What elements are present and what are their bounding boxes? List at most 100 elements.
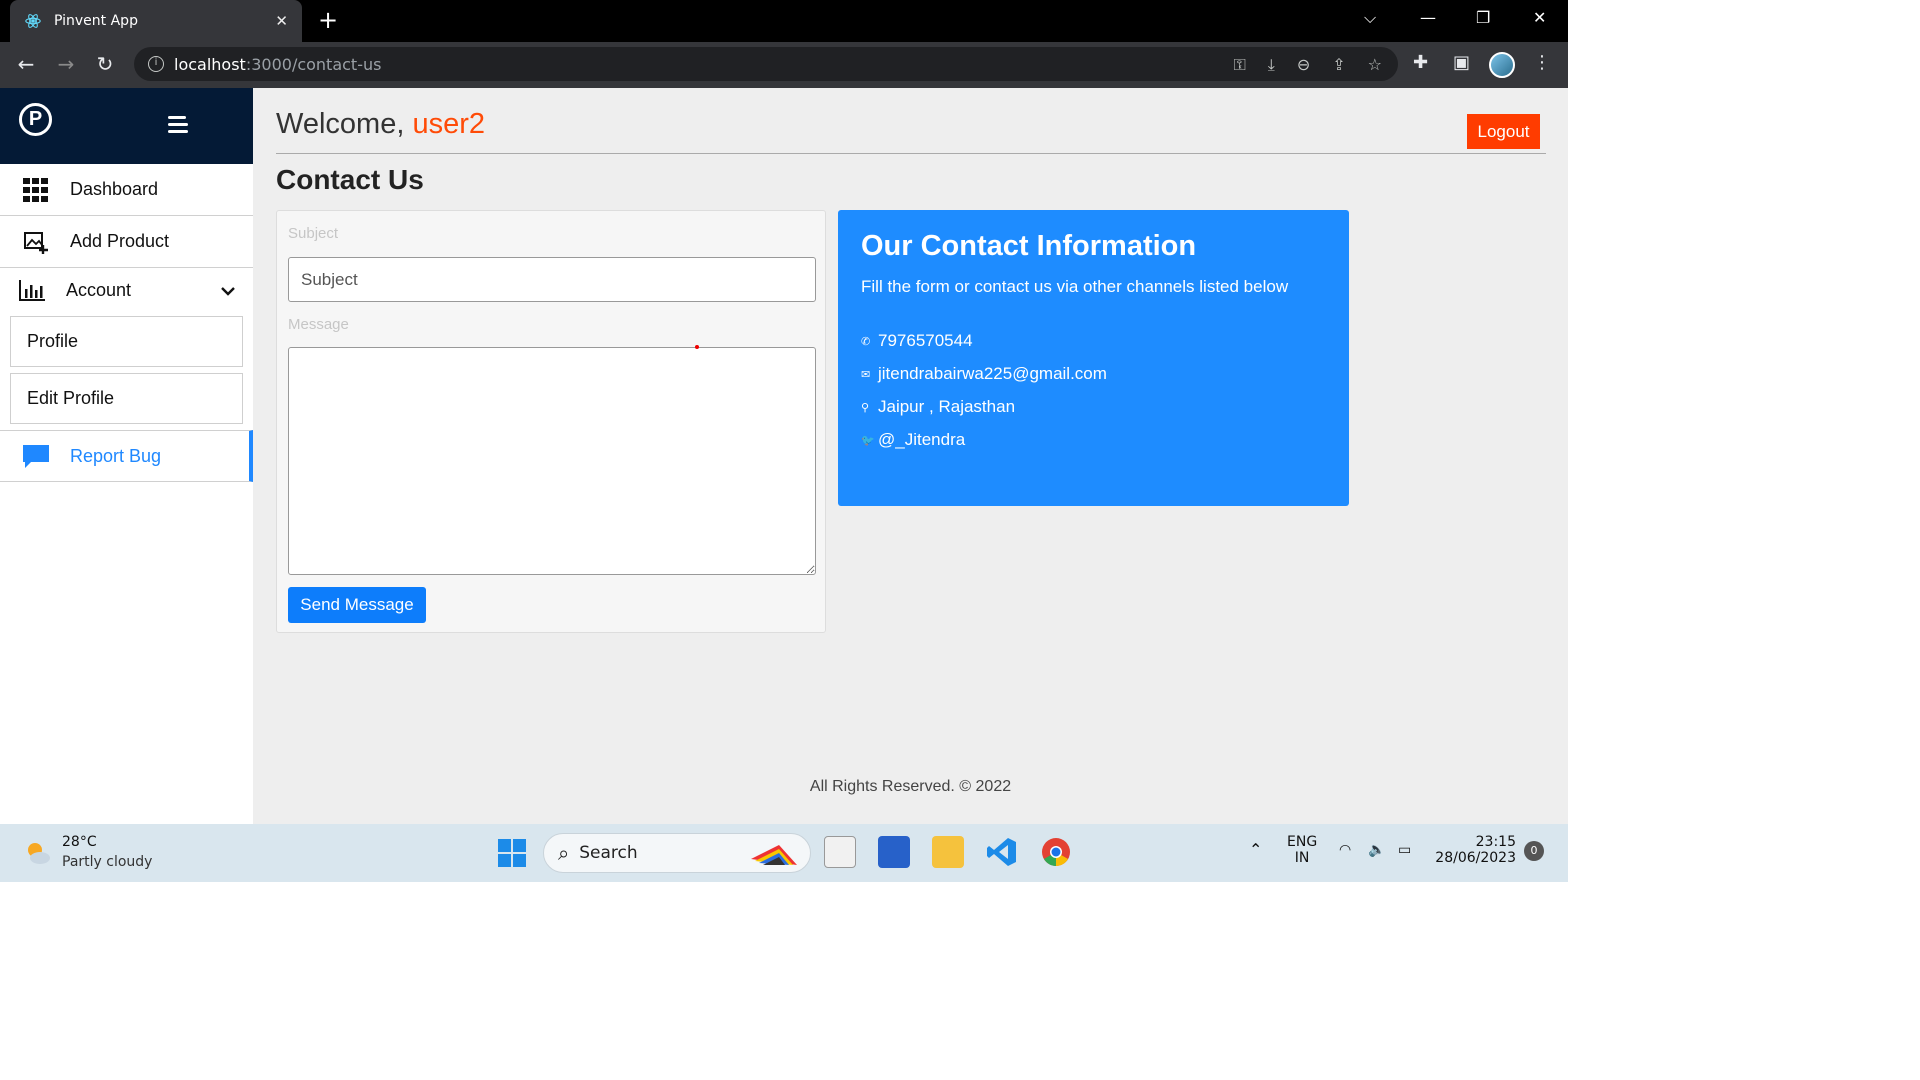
sidebar-item-label: Account: [66, 279, 132, 300]
location-pin-icon: ⚲: [861, 401, 870, 414]
logo-icon[interactable]: P: [19, 103, 52, 136]
forward-icon[interactable]: →: [54, 52, 78, 76]
twitter-icon: 🐦: [861, 434, 875, 447]
volume-icon[interactable]: 🔈: [1368, 842, 1385, 858]
grid-icon: [23, 177, 48, 202]
vscode-icon[interactable]: [986, 836, 1018, 868]
sidebar-item-label: Dashboard: [70, 179, 159, 199]
url-path: :3000/contact-us: [245, 54, 382, 74]
store-icon[interactable]: [878, 836, 910, 868]
send-message-button[interactable]: Send Message: [288, 587, 426, 623]
browser-tab[interactable]: Pinvent App ✕: [10, 0, 302, 42]
extensions-icon[interactable]: ✚: [1413, 52, 1428, 73]
search-icon: ⌕: [558, 841, 570, 865]
tab-search-icon[interactable]: ⌵: [1364, 8, 1376, 28]
tab-title: Pinvent App: [54, 13, 138, 29]
clock-date: 28/06/2023: [1435, 850, 1516, 866]
zoom-icon[interactable]: ⊖: [1297, 55, 1310, 75]
sidebar-item-label: Add Product: [70, 231, 170, 251]
back-icon[interactable]: ←: [14, 52, 38, 76]
sidebar-item-label: Report Bug: [70, 445, 162, 466]
message-textarea[interactable]: [288, 347, 816, 575]
chevron-down-icon[interactable]: [220, 286, 236, 296]
username: user2: [412, 108, 485, 140]
sidebar-subitem-edit-profile[interactable]: Edit Profile: [10, 373, 243, 424]
language-indicator[interactable]: ENG IN: [1287, 834, 1317, 866]
contact-twitter: 🐦 @_Jitendra: [861, 430, 965, 450]
system-clock[interactable]: 23:15 28/06/2023: [1430, 834, 1516, 866]
app-root: P Dashboard Add Product Account Profile …: [0, 88, 1568, 824]
profile-avatar[interactable]: [1489, 52, 1515, 78]
sidebar-item-label: Profile: [27, 331, 79, 351]
tab-close-icon[interactable]: ✕: [275, 12, 288, 30]
side-panel-icon[interactable]: ▣: [1453, 52, 1470, 73]
install-icon[interactable]: ⤓: [1268, 55, 1275, 75]
sidebar-subitem-profile[interactable]: Profile: [10, 316, 243, 367]
battery-icon[interactable]: ▭: [1398, 842, 1411, 858]
twitter-handle: @_Jitendra: [878, 430, 966, 449]
subject-label: Subject: [288, 225, 339, 242]
welcome-text: Welcome,: [276, 108, 405, 140]
subject-input[interactable]: [288, 257, 816, 302]
sidebar-item-label: Edit Profile: [27, 388, 115, 408]
chat-bubble-icon: [23, 445, 49, 468]
share-icon[interactable]: ⇪: [1332, 55, 1345, 75]
clock-time: 23:15: [1475, 834, 1516, 850]
restore-icon[interactable]: ❐: [1476, 8, 1490, 27]
key-icon[interactable]: ⚿: [1234, 55, 1246, 75]
contact-form: Subject Message Send Message: [276, 210, 826, 633]
sidebar-item-report-bug[interactable]: Report Bug: [0, 430, 253, 482]
phone-icon: ✆: [861, 335, 871, 348]
browser-toolbar: ← → ↻ i localhost:3000/contact-us ⚿ ⤓ ⊖ …: [0, 42, 1568, 88]
sidebar-item-dashboard[interactable]: Dashboard: [0, 164, 253, 216]
contact-phone: ✆ 7976570544: [861, 331, 973, 351]
task-view-icon[interactable]: [824, 836, 856, 868]
partly-cloudy-icon[interactable]: [24, 839, 52, 867]
email-address: jitendrabairwa225@gmail.com: [878, 364, 1107, 383]
weather-temperature[interactable]: 28°C: [62, 834, 97, 850]
browser-tab-bar: Pinvent App ✕ + ⌵ — ❐ ✕: [0, 0, 1568, 42]
contact-info-title: Our Contact Information: [861, 230, 1197, 262]
welcome-heading: Welcome, user2: [276, 108, 485, 141]
add-image-icon: [24, 231, 48, 254]
taskbar-search[interactable]: ⌕ Search: [543, 833, 811, 873]
sidebar-header: P: [0, 88, 253, 164]
windows-start-icon[interactable]: [497, 838, 527, 868]
hamburger-menu-icon[interactable]: [168, 116, 188, 137]
contact-info-card: Our Contact Information Fill the form or…: [838, 210, 1349, 506]
location-text: Jaipur , Rajasthan: [878, 397, 1016, 416]
language-code: ENG: [1287, 834, 1318, 850]
bookmark-star-icon[interactable]: ☆: [1368, 55, 1382, 75]
message-label: Message: [288, 316, 349, 333]
search-highlight-icon: [751, 845, 797, 865]
contact-location: ⚲ Jaipur , Rajasthan: [861, 397, 1015, 417]
footer-text: All Rights Reserved. © 2022: [809, 778, 1012, 795]
close-window-icon[interactable]: ✕: [1533, 8, 1546, 27]
chrome-icon[interactable]: [1040, 836, 1072, 868]
page-title: Contact Us: [276, 164, 424, 195]
react-icon: [25, 14, 41, 28]
contact-email: ✉ jitendrabairwa225@gmail.com: [861, 364, 1107, 384]
taskbar: 28°C Partly cloudy ⌕ Search ⌃ ENG IN ◠ 🔈…: [0, 824, 1568, 882]
site-info-icon[interactable]: i: [148, 56, 164, 72]
url-host: localhost: [174, 54, 246, 74]
sidebar: P Dashboard Add Product Account Profile …: [0, 88, 253, 824]
region-code: IN: [1294, 850, 1310, 866]
sidebar-item-add-product[interactable]: Add Product: [0, 216, 253, 268]
wifi-icon[interactable]: ◠: [1339, 842, 1351, 858]
new-tab-icon[interactable]: +: [318, 8, 338, 32]
header-divider: [276, 153, 1546, 154]
minimize-icon[interactable]: —: [1420, 8, 1436, 27]
sidebar-item-account[interactable]: Account: [0, 268, 253, 312]
logout-button[interactable]: Logout: [1467, 114, 1540, 149]
tray-chevron-up-icon[interactable]: ⌃: [1249, 840, 1262, 859]
main-content: Welcome, user2 Logout Contact Us Subject…: [253, 88, 1568, 824]
contact-info-subtitle: Fill the form or contact us via other ch…: [861, 277, 1289, 296]
file-explorer-icon[interactable]: [932, 836, 964, 868]
address-bar[interactable]: i localhost:3000/contact-us ⚿ ⤓ ⊖ ⇪ ☆: [134, 47, 1398, 81]
chrome-menu-icon[interactable]: ⋮: [1533, 52, 1551, 73]
reload-icon[interactable]: ↻: [93, 52, 117, 76]
weather-description[interactable]: Partly cloudy: [62, 854, 152, 870]
envelope-icon: ✉: [861, 368, 871, 381]
notification-badge[interactable]: 0: [1524, 841, 1544, 861]
